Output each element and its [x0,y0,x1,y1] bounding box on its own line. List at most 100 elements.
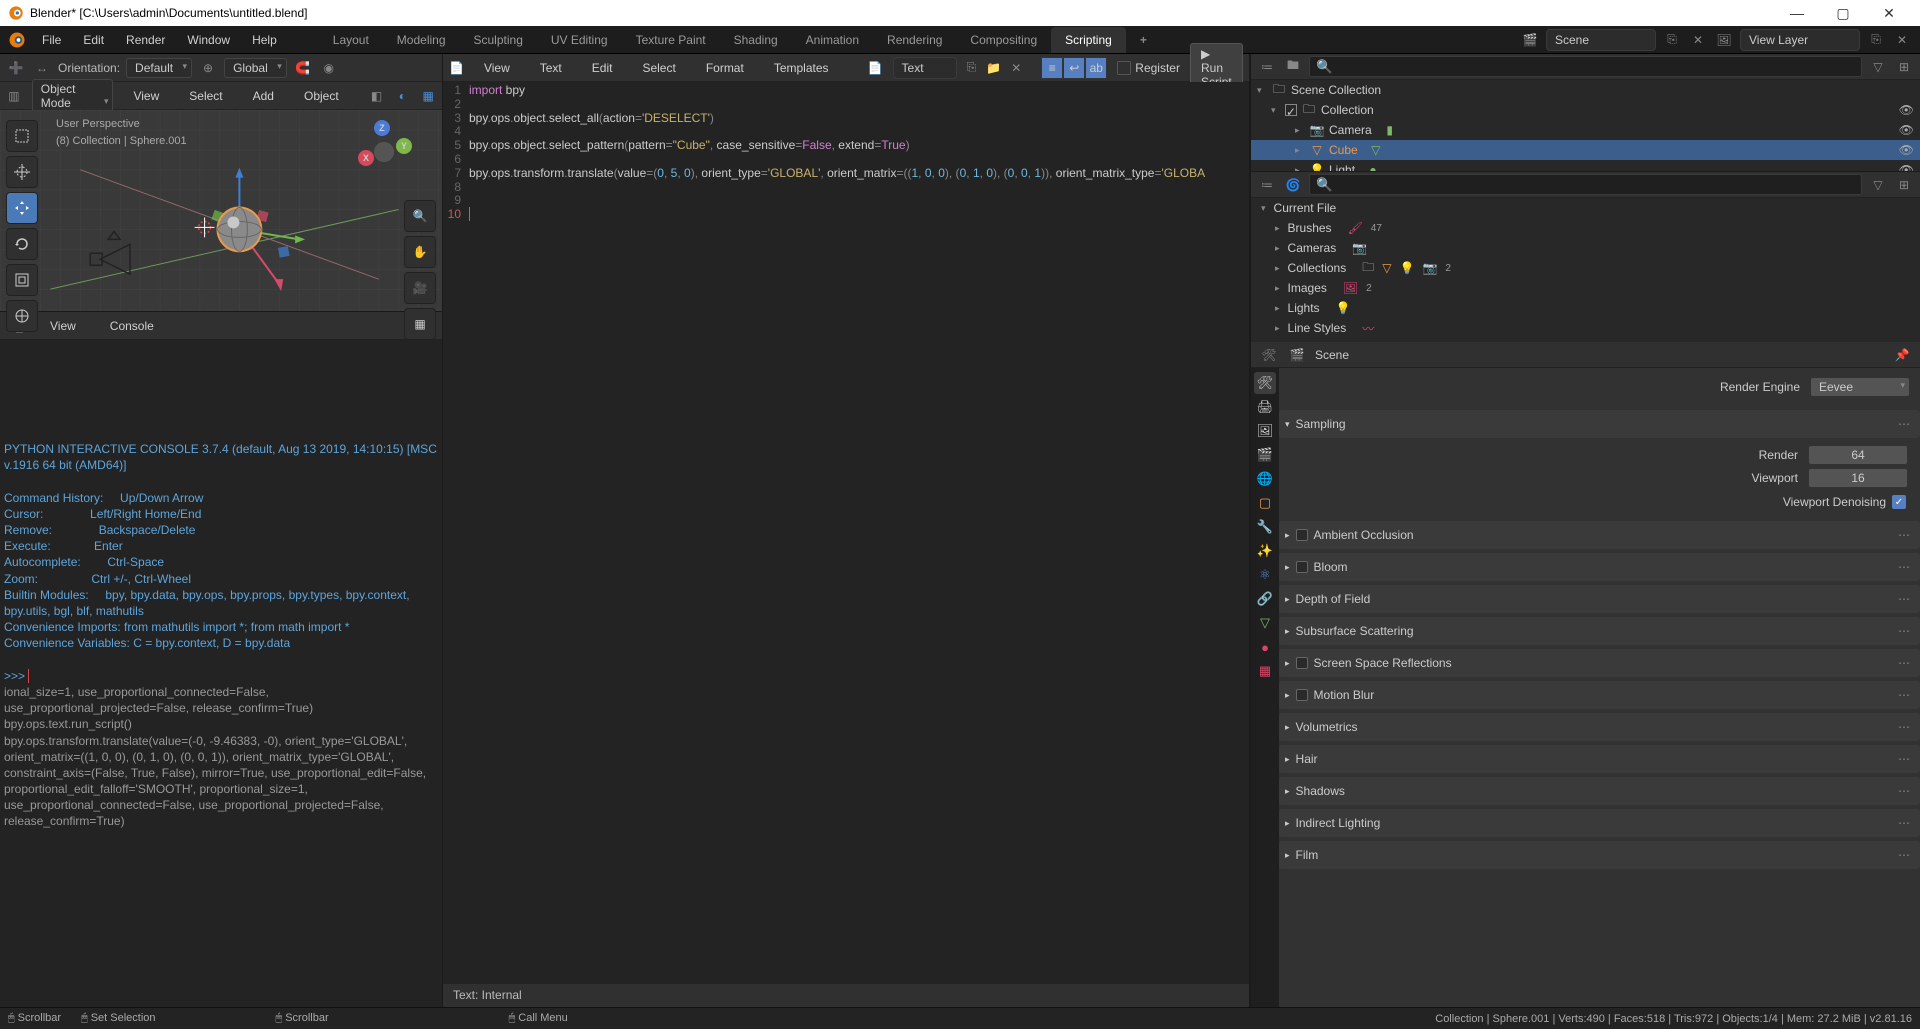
ptab-render[interactable]: 🛠 [1254,372,1276,394]
ed-menu-text[interactable]: Text [530,57,572,79]
window-close-button[interactable]: ✕ [1866,5,1912,22]
panel-volumetrics[interactable]: ▸Volumetrics⋯ [1279,713,1920,741]
shading-icon[interactable]: ◐ [394,86,410,106]
tab-compositing[interactable]: Compositing [956,27,1051,53]
outliner-item-light[interactable]: ▸💡Light● 👁 [1251,160,1920,171]
toggle-line-numbers[interactable]: ≡ [1041,57,1063,79]
scene-browse-icon[interactable]: 🎬 [1520,30,1540,50]
render-engine-dropdown[interactable]: Eevee [1810,377,1910,397]
viewlayer-browse-icon[interactable]: 🖼 [1714,30,1734,50]
cf-linestyles[interactable]: ▸Line Styles〰 [1251,318,1920,338]
panel-hair[interactable]: ▸Hair⋯ [1279,745,1920,773]
text-unlink-button[interactable]: ✕ [1011,58,1021,78]
ed-menu-select[interactable]: Select [632,57,685,79]
tool-rotate[interactable] [6,228,38,260]
panel-dof[interactable]: ▸Depth of Field⋯ [1279,585,1920,613]
ssr-checkbox[interactable] [1296,657,1308,669]
outliner-type-icon[interactable]: ≔ [1257,57,1277,77]
bloom-checkbox[interactable] [1296,561,1308,573]
outliner-scene-collection[interactable]: ▾🗀Scene Collection [1251,80,1920,100]
panel-indirect-lighting[interactable]: ▸Indirect Lighting⋯ [1279,809,1920,837]
ptab-material[interactable]: ● [1254,636,1276,658]
ptab-viewlayer[interactable]: 🖼 [1254,420,1276,442]
tab-sculpting[interactable]: Sculpting [460,27,537,53]
toggle-syntax-highlight[interactable]: ab [1085,57,1107,79]
outliner-filter-icon[interactable]: ▽ [1868,57,1888,77]
properties-type-icon[interactable]: 🛠 [1259,345,1279,365]
outliner2-type-icon[interactable]: ≔ [1257,175,1277,195]
menu-help[interactable]: Help [242,29,287,51]
panel-options-icon[interactable]: ⋯ [1894,414,1914,434]
window-minimize-button[interactable]: — [1774,5,1820,21]
scene-new-button[interactable]: ⎘ [1662,30,1682,50]
ptab-particles[interactable]: ✨ [1254,540,1276,562]
menu-render[interactable]: Render [116,29,175,51]
ed-menu-view[interactable]: View [474,57,520,79]
outliner-item-cube[interactable]: ▸▽Cube▽ 👁 [1251,140,1920,160]
tool-select-box[interactable] [6,120,38,152]
ed-menu-templates[interactable]: Templates [764,57,839,79]
visibility-icon[interactable]: 👁 [1899,123,1914,137]
ptab-object[interactable]: ▢ [1254,492,1276,514]
toggle-word-wrap[interactable]: ↩ [1063,57,1085,79]
xray-icon[interactable]: ▦ [420,86,436,106]
editor-type-icon[interactable]: ➕ [6,58,26,78]
panel-ssr[interactable]: ▸Screen Space Reflections⋯ [1279,649,1920,677]
cf-images[interactable]: ▸Images🖼2 [1251,278,1920,298]
overlays-icon[interactable]: ◧ [369,86,385,106]
nav-gizmo[interactable]: Z Y X [352,120,412,180]
tab-add-workspace[interactable]: + [1126,27,1161,53]
menu-file[interactable]: File [32,29,71,51]
nav-camera-button[interactable]: 🎥 [404,272,436,304]
tool-transform[interactable] [6,300,38,332]
console-menu-console[interactable]: Console [100,315,164,337]
panel-sss[interactable]: ▸Subsurface Scattering⋯ [1279,617,1920,645]
mode-dropdown[interactable]: Object Mode [32,79,114,113]
window-maximize-button[interactable]: ▢ [1820,5,1866,22]
viewport-samples-value[interactable]: 16 [1808,468,1908,488]
ptab-world[interactable]: 🌐 [1254,468,1276,490]
outliner2-display-mode[interactable]: 🌀 [1283,175,1303,195]
ptab-output[interactable]: 🖨 [1254,396,1276,418]
tab-scripting[interactable]: Scripting [1051,27,1126,53]
vp-menu-select[interactable]: Select [179,85,232,107]
ptab-physics[interactable]: ⚛ [1254,564,1276,586]
properties-context-icon[interactable]: 🎬 [1287,345,1307,365]
render-samples-value[interactable]: 64 [1808,445,1908,465]
snap-icon[interactable]: 🧲 [293,58,313,78]
mb-checkbox[interactable] [1296,689,1308,701]
tool-move[interactable] [6,192,38,224]
viewlayer-selector[interactable]: View Layer [1740,29,1860,51]
outliner-item-camera[interactable]: ▸📷Camera▮ 👁 [1251,120,1920,140]
tab-animation[interactable]: Animation [792,27,873,53]
panel-ambient-occlusion[interactable]: ▸Ambient Occlusion⋯ [1279,521,1920,549]
tab-texture-paint[interactable]: Texture Paint [622,27,720,53]
ptab-texture[interactable]: ▦ [1254,660,1276,682]
pivot-icon[interactable]: ⊕ [198,58,218,78]
scene-delete-button[interactable]: ✕ [1688,30,1708,50]
editor-type-3dview-icon[interactable]: ▥ [6,86,22,106]
ptab-data[interactable]: ▽ [1254,612,1276,634]
cf-lights[interactable]: ▸Lights💡 [1251,298,1920,318]
panel-film[interactable]: ▸Film⋯ [1279,841,1920,869]
text-new-button[interactable]: ⎘ [967,58,977,78]
ptab-scene[interactable]: 🎬 [1254,444,1276,466]
tab-shading[interactable]: Shading [720,27,792,53]
viewport-denoising-checkbox[interactable]: ✓ [1892,495,1906,509]
python-console[interactable]: PYTHON INTERACTIVE CONSOLE 3.7.4 (defaul… [0,340,442,1007]
ed-menu-format[interactable]: Format [696,57,754,79]
cf-cameras[interactable]: ▸Cameras📷 [1251,238,1920,258]
text-open-button[interactable]: 📁 [986,58,1001,78]
proportional-edit-icon[interactable]: ◉ [319,58,339,78]
ptab-modifiers[interactable]: 🔧 [1254,516,1276,538]
outliner2-filter-icon[interactable]: ▽ [1868,175,1888,195]
cf-brushes[interactable]: ▸Brushes🖌47 [1251,218,1920,238]
tool-scale[interactable] [6,264,38,296]
vp-menu-view[interactable]: View [123,85,169,107]
ptab-constraints[interactable]: 🔗 [1254,588,1276,610]
tab-rendering[interactable]: Rendering [873,27,956,53]
register-checkbox[interactable] [1117,61,1131,75]
ao-checkbox[interactable] [1296,529,1308,541]
nav-pan-button[interactable]: ✋ [404,236,436,268]
orientation-dropdown[interactable]: Default [126,58,192,78]
